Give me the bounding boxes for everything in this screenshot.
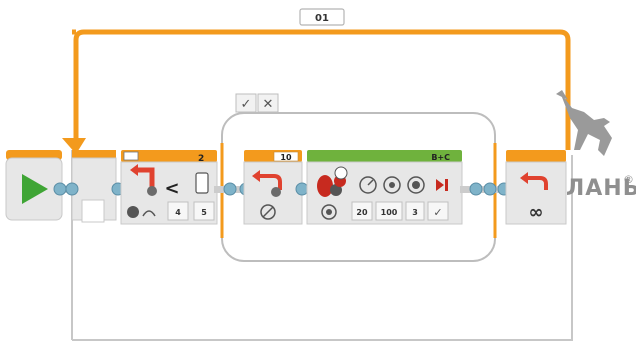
svg-text:∞: ∞	[529, 202, 544, 223]
inner-loop-name: 10	[280, 153, 292, 162]
steering-param-icon	[334, 166, 348, 180]
infinity-icon[interactable]: ∞	[529, 202, 544, 223]
wait-sensor-block[interactable]: 2 < 4 5	[120, 150, 218, 225]
move-param-rotations[interactable]: 3	[412, 208, 418, 217]
inner-loop-block[interactable]: 10	[243, 150, 303, 225]
compare-symbol: <	[164, 178, 179, 199]
move-block[interactable]: B+C 20 100 3 ✓	[306, 150, 463, 225]
wait-param-1[interactable]: 4	[175, 208, 181, 217]
switch-case-false-tab[interactable]: ✕	[257, 93, 279, 113]
move-param-steering[interactable]: 20	[356, 208, 368, 217]
wait-param-2[interactable]: 5	[201, 208, 207, 217]
registered-mark: ®	[623, 173, 634, 186]
loop-start-block[interactable]	[65, 150, 117, 223]
check-icon: ✓	[241, 97, 252, 112]
loop-end-block[interactable]: ∞	[505, 150, 567, 225]
sequence-wire	[460, 182, 511, 196]
loop-name-label: 01	[315, 13, 329, 24]
sensor-port-icon	[123, 151, 139, 161]
loop-start-connector	[81, 199, 105, 223]
program-canvas[interactable]: 01 ✓ ✕ 2 < 4 5 10 B+C 20 100 3 ✓ ∞	[0, 0, 636, 353]
start-block[interactable]	[5, 150, 63, 221]
motor-ports: B+C	[431, 153, 450, 162]
loop-name-tab[interactable]: 01	[299, 8, 345, 26]
ultrasonic-sensor-icon	[195, 172, 209, 194]
move-param-power[interactable]: 100	[381, 208, 398, 217]
deer-logo	[556, 90, 612, 156]
cross-icon: ✕	[263, 97, 274, 112]
switch-case-true-tab[interactable]: ✓	[235, 93, 257, 113]
move-param-brake[interactable]: ✓	[433, 206, 442, 219]
